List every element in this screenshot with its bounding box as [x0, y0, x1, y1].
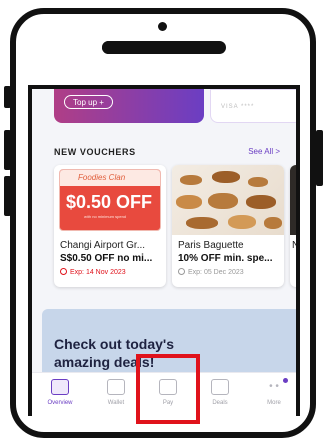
voucher-image-note: with no minimum spend — [84, 214, 127, 219]
deals-bag-icon — [211, 379, 229, 395]
voucher-image-value: $0.50 OFF — [66, 192, 153, 212]
section-title-new-vouchers: NEW VOUCHERS — [54, 147, 136, 157]
voucher-card-paris-baguette[interactable]: Paris Baguette 10% OFF min. spe... Exp: … — [172, 165, 284, 287]
nav-wallet[interactable]: Wallet — [94, 379, 138, 406]
voucher-expiry: Exp: 05 Dec 2023 — [178, 268, 244, 276]
voucher-description: S$0.50 OFF no mi... — [60, 253, 153, 264]
voucher-image-brand: Foodies Clan — [78, 173, 126, 182]
see-all-link[interactable]: See All > — [248, 147, 280, 156]
clock-icon — [60, 268, 67, 275]
nav-deals[interactable]: Deals — [198, 379, 242, 406]
speaker-grill — [102, 41, 226, 54]
card-number-hint: VISA **** — [221, 104, 255, 110]
pay-highlight-box — [136, 354, 200, 424]
voucher-card-partial[interactable]: N — [290, 165, 300, 287]
clock-icon — [178, 268, 185, 275]
wallet-icon — [107, 379, 125, 395]
overview-icon — [51, 379, 69, 395]
voucher-card-changi[interactable]: Foodies Clan $0.50 OFF with no minimum s… — [54, 165, 166, 287]
voucher-image: Foodies Clan $0.50 OFF with no minimum s… — [54, 165, 166, 235]
voucher-description: 10% OFF min. spe... — [178, 253, 273, 264]
voucher-brand: N — [292, 240, 300, 251]
more-icon: • • — [252, 378, 296, 395]
payment-card[interactable]: VISA **** — [210, 89, 296, 123]
voucher-image — [290, 165, 296, 235]
nav-overview[interactable]: Overview — [38, 379, 82, 406]
wallet-balance-card: Top up + — [54, 89, 204, 123]
topup-button[interactable]: Top up + — [64, 95, 113, 109]
voucher-image — [172, 165, 284, 235]
voucher-brand: Changi Airport Gr... — [60, 240, 146, 251]
voucher-brand: Paris Baguette — [178, 240, 244, 251]
nav-more[interactable]: • • More — [252, 378, 296, 406]
voucher-expiry: Exp: 14 Nov 2023 — [60, 268, 126, 276]
phone-power-button — [316, 130, 323, 186]
front-camera — [158, 22, 167, 31]
